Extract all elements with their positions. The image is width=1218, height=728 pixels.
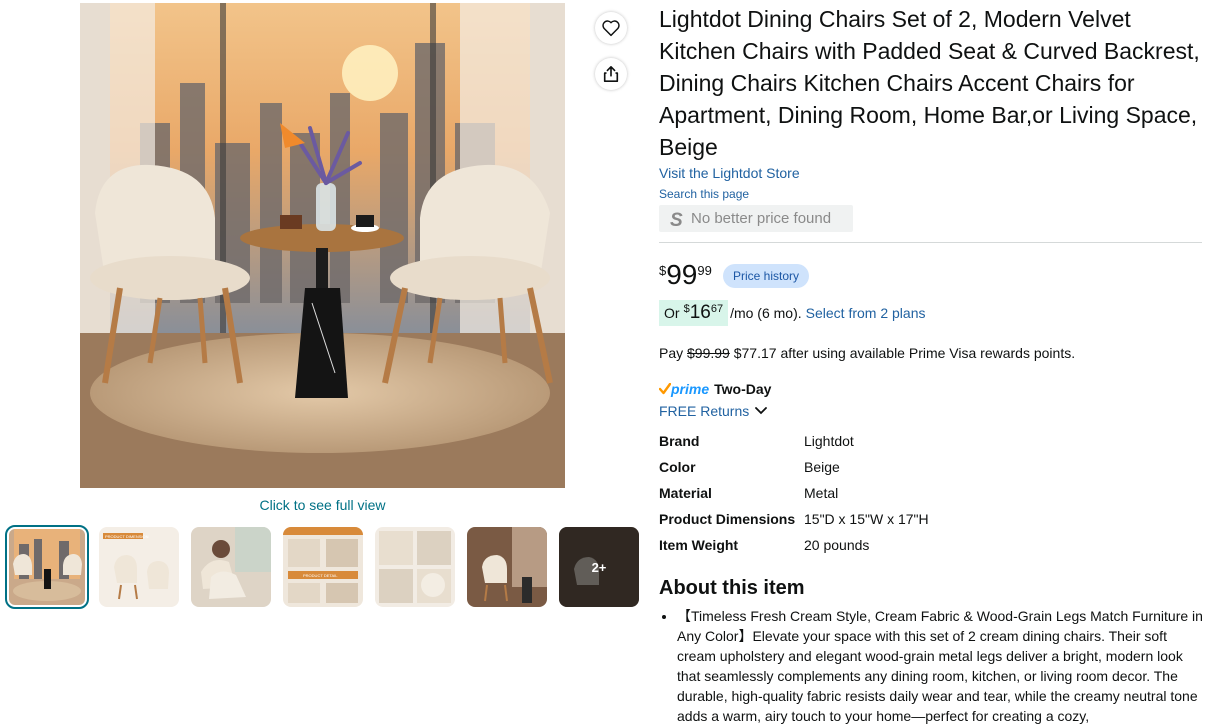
pay-prefix: Pay xyxy=(659,345,684,361)
product-title: Lightdot Dining Chairs Set of 2, Modern … xyxy=(659,6,1200,160)
thumb-label: PRODUCT DETAIL xyxy=(303,573,338,578)
monthly-fraction: 67 xyxy=(710,303,724,315)
thumbnail-more[interactable]: 2+ xyxy=(559,527,639,607)
thumbnail-3[interactable] xyxy=(191,527,271,607)
price-display: $ 99 99 xyxy=(659,258,712,292)
product-specs-table: Brand Lightdot Color Beige Material Meta… xyxy=(659,433,929,563)
spec-value: 20 pounds xyxy=(804,537,870,553)
store-link[interactable]: Visit the Lightdot Store xyxy=(659,165,800,181)
spec-key: Product Dimensions xyxy=(659,511,796,527)
price-history-button[interactable]: Price history xyxy=(723,264,810,288)
more-images-badge: 2+ xyxy=(559,527,639,607)
price-whole: 99 xyxy=(666,259,698,290)
product-main-image[interactable] xyxy=(80,3,565,488)
thumbnail-6[interactable] xyxy=(467,527,547,607)
search-this-page-link[interactable]: Search this page xyxy=(659,187,749,201)
monthly-suffix: /mo (6 mo). xyxy=(730,305,802,321)
full-view-link[interactable]: Click to see full view xyxy=(80,497,565,513)
spec-value: 15"D x 15"W x 17"H xyxy=(804,511,929,527)
svg-text:S: S xyxy=(670,210,683,229)
spec-row-color: Color Beige xyxy=(659,459,929,485)
spec-key: Material xyxy=(659,485,712,501)
prime-visa-rewards-line: Pay $99.99 $77.17 after using available … xyxy=(659,345,1075,361)
chevron-down-icon xyxy=(755,407,768,415)
divider xyxy=(659,242,1202,243)
prime-logo: prime xyxy=(671,381,710,397)
price-fraction: 99 xyxy=(697,263,712,278)
spec-row-material: Material Metal xyxy=(659,485,929,511)
prime-shipping: prime Two-Day xyxy=(659,381,771,397)
select-plans-link[interactable]: Select from 2 plans xyxy=(806,305,926,321)
thumb-label: PRODUCT DIMENSION xyxy=(105,534,149,539)
spec-row-dimensions: Product Dimensions 15"D x 15"W x 17"H xyxy=(659,511,929,537)
two-day-label: Two-Day xyxy=(714,381,772,397)
monthly-prefix: Or xyxy=(664,305,680,321)
monthly-whole: 16 xyxy=(689,302,711,323)
spec-key: Brand xyxy=(659,433,700,449)
share-button[interactable] xyxy=(595,58,627,90)
free-returns-label: FREE Returns xyxy=(659,403,750,419)
spec-value: Beige xyxy=(804,459,840,475)
price-tracker-badge[interactable]: S No better price found xyxy=(659,205,853,232)
check-icon xyxy=(659,383,671,395)
share-icon xyxy=(603,65,619,83)
thumbnail-2[interactable]: PRODUCT DIMENSION xyxy=(99,527,179,607)
monthly-payment: Or $ 16 67 /mo (6 mo). Select from 2 pla… xyxy=(659,300,926,326)
better-price-text: No better price found xyxy=(691,210,832,227)
spec-key: Color xyxy=(659,459,696,475)
thumbnail-5[interactable] xyxy=(375,527,455,607)
price-currency: $ xyxy=(659,263,667,278)
spec-value: Metal xyxy=(804,485,839,501)
about-bullets: 【Timeless Fresh Cream Style, Cream Fabri… xyxy=(659,606,1204,726)
heart-icon xyxy=(602,20,620,37)
thumbnail-strip: PRODUCT DIMENSION PRODUCT DETAIL 2+ xyxy=(5,525,639,609)
spec-value: Lightdot xyxy=(804,433,854,449)
spec-key: Item Weight xyxy=(659,537,739,553)
thumbnail-4[interactable]: PRODUCT DETAIL xyxy=(283,527,363,607)
pay-rest: $77.17 after using available Prime Visa … xyxy=(733,345,1076,361)
about-heading: About this item xyxy=(659,577,805,599)
spec-row-brand: Brand Lightdot xyxy=(659,433,929,459)
monthly-payment-highlight: Or $ 16 67 xyxy=(659,300,729,326)
spec-row-weight: Item Weight 20 pounds xyxy=(659,537,929,563)
free-returns-dropdown[interactable]: FREE Returns xyxy=(659,403,768,419)
wishlist-heart-button[interactable] xyxy=(595,12,627,44)
price-tracker-icon: S xyxy=(670,210,683,229)
pay-original-price: $99.99 xyxy=(687,345,730,361)
about-bullet-1: 【Timeless Fresh Cream Style, Cream Fabri… xyxy=(677,606,1204,726)
thumbnail-1[interactable] xyxy=(5,525,89,609)
